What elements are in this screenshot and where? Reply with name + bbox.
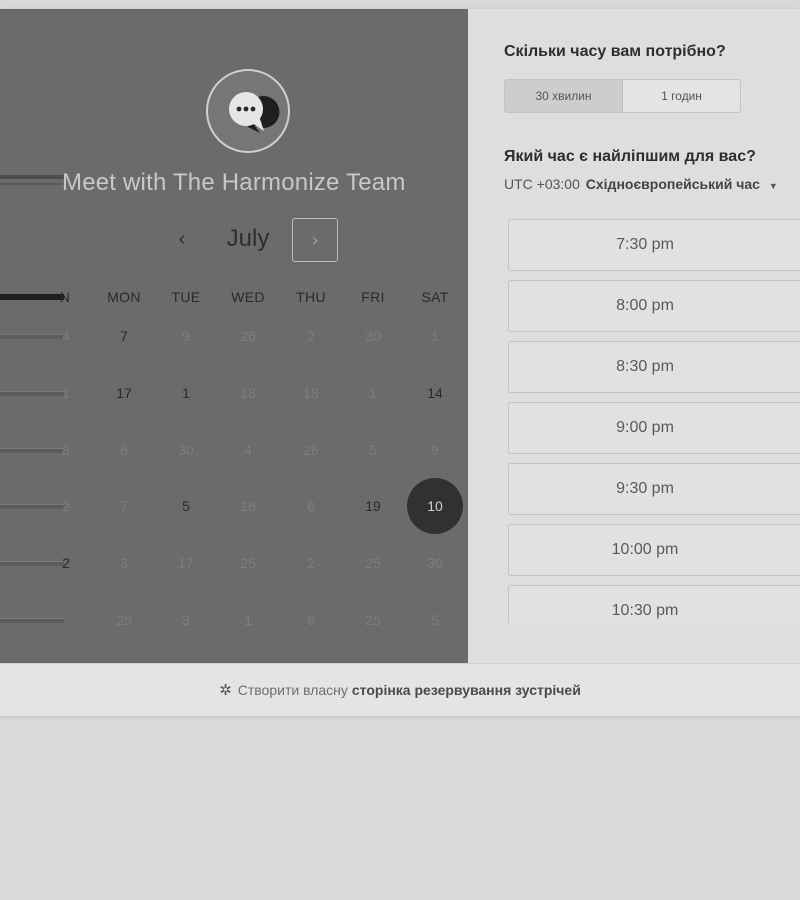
footer-text: Створити власну — [237, 682, 348, 698]
calendar-day: 30 — [178, 442, 194, 458]
timezone-offset: UTC +03:00 — [504, 176, 580, 192]
weekday-label: N — [59, 289, 71, 305]
calendar-day: 18 — [240, 498, 256, 514]
time-question: Який час є найліпшим для вас? — [504, 148, 756, 165]
calendar-day[interactable]: 5 — [158, 478, 214, 534]
calendar-day: 18 — [240, 385, 256, 401]
calendar-day: 4 — [62, 328, 70, 344]
calendar-day: 6 — [120, 442, 128, 458]
calendar-day[interactable]: 7 — [96, 308, 152, 364]
calendar-day: 25 — [365, 555, 381, 571]
timezone-select[interactable]: UTC +03:00 Східноєвропейський час ▼ — [504, 176, 778, 192]
weekday-label: FRI — [361, 289, 385, 305]
calendar-day: 5 — [369, 442, 377, 458]
next-month-button[interactable]: › — [292, 218, 338, 262]
calendar-day: 3 — [182, 612, 190, 628]
calendar-day: 2 — [62, 498, 70, 514]
calendar-day: 5 — [431, 612, 439, 628]
calendar-day: 25 — [116, 612, 132, 628]
calendar-day: 2 — [307, 328, 315, 344]
booking-card: Meet with The Harmonize Team ‹ July › N M… — [0, 9, 800, 716]
chat-bubble-icon — [229, 92, 280, 133]
time-panel: Скільки часу вам потрібно? 30 хвилин 1 г… — [468, 9, 800, 663]
meeting-title: Meet with The Harmonize Team — [62, 169, 406, 196]
calendar-day: 30 — [427, 555, 443, 571]
calendar-panel: Meet with The Harmonize Team ‹ July › N M… — [0, 9, 468, 663]
timezone-name: Східноєвропейський час — [585, 176, 760, 192]
calendar-day: 1 — [62, 385, 70, 401]
calendar-day: 4 — [244, 442, 252, 458]
weekday-label: THU — [296, 289, 326, 305]
calendar-day: 26 — [240, 328, 256, 344]
calendar-day: 3 — [120, 555, 128, 571]
calendar-day[interactable]: 19 — [345, 478, 401, 534]
hubspot-sprocket-icon: ✲ — [219, 682, 232, 699]
calendar-day-selected[interactable]: 10 — [407, 478, 463, 534]
calendar-day: 2 — [307, 555, 315, 571]
time-slot-button[interactable]: 8:30 pm — [508, 341, 800, 393]
calendar-day: 9 — [182, 328, 190, 344]
calendar-day[interactable]: 2 — [38, 535, 94, 591]
calendar-day: 1 — [369, 385, 377, 401]
weekday-label: TUE — [171, 289, 201, 305]
time-slot-button[interactable]: 9:30 pm — [508, 463, 800, 515]
month-label: July — [226, 225, 270, 252]
calendar-day: 25 — [240, 555, 256, 571]
title-overlay-stroke — [0, 183, 62, 185]
calendar-day: 6 — [307, 498, 315, 514]
duration-30-button[interactable]: 30 хвилин — [505, 80, 623, 112]
calendar-day[interactable]: 17 — [96, 365, 152, 421]
calendar-day: 25 — [365, 612, 381, 628]
time-slot-list: 7:30 pm 8:00 pm 8:30 pm 9:00 pm 9:30 pm 10:00… — [508, 209, 800, 623]
footer: ✲ Створити власну сторінка резервування … — [0, 663, 800, 716]
time-slot-button[interactable]: 7:30 pm — [508, 219, 800, 271]
calendar-day[interactable]: 14 — [407, 365, 463, 421]
team-avatar — [206, 69, 290, 153]
time-slot-button[interactable]: 8:00 pm — [508, 280, 800, 332]
weekday-header: N MON TUE WED THU FRI SAT — [0, 289, 468, 309]
title-overlay-stroke — [0, 175, 66, 179]
duration-60-button[interactable]: 1 годин — [623, 80, 740, 112]
calendar-day: 26 — [303, 442, 319, 458]
duration-toggle: 30 хвилин 1 годин — [504, 79, 741, 113]
weekday-label: WED — [231, 289, 265, 305]
calendar-day: 1 — [244, 612, 252, 628]
calendar-day: 17 — [178, 555, 194, 571]
footer-link[interactable]: сторінка резервування зустрічей — [352, 682, 581, 698]
calendar-day: 6 — [307, 612, 315, 628]
time-slot-button[interactable]: 10:00 pm — [508, 524, 800, 576]
weekday-label: MON — [107, 289, 141, 305]
calendar-day: 1 — [431, 328, 439, 344]
time-slot-button[interactable]: 10:30 pm — [508, 585, 800, 623]
calendar-day: 7 — [120, 498, 128, 514]
chevron-down-icon: ▼ — [768, 181, 778, 191]
weekday-label: SAT — [421, 289, 449, 305]
prev-month-button[interactable]: ‹ — [168, 223, 196, 255]
duration-question: Скільки часу вам потрібно? — [504, 43, 726, 60]
time-slot-button[interactable]: 9:00 pm — [508, 402, 800, 454]
calendar-day — [38, 592, 94, 648]
calendar-day: 9 — [431, 442, 439, 458]
calendar-day: 18 — [303, 385, 319, 401]
calendar-day: 30 — [365, 328, 381, 344]
calendar-day[interactable]: 1 — [158, 365, 214, 421]
calendar-day: 8 — [62, 442, 70, 458]
